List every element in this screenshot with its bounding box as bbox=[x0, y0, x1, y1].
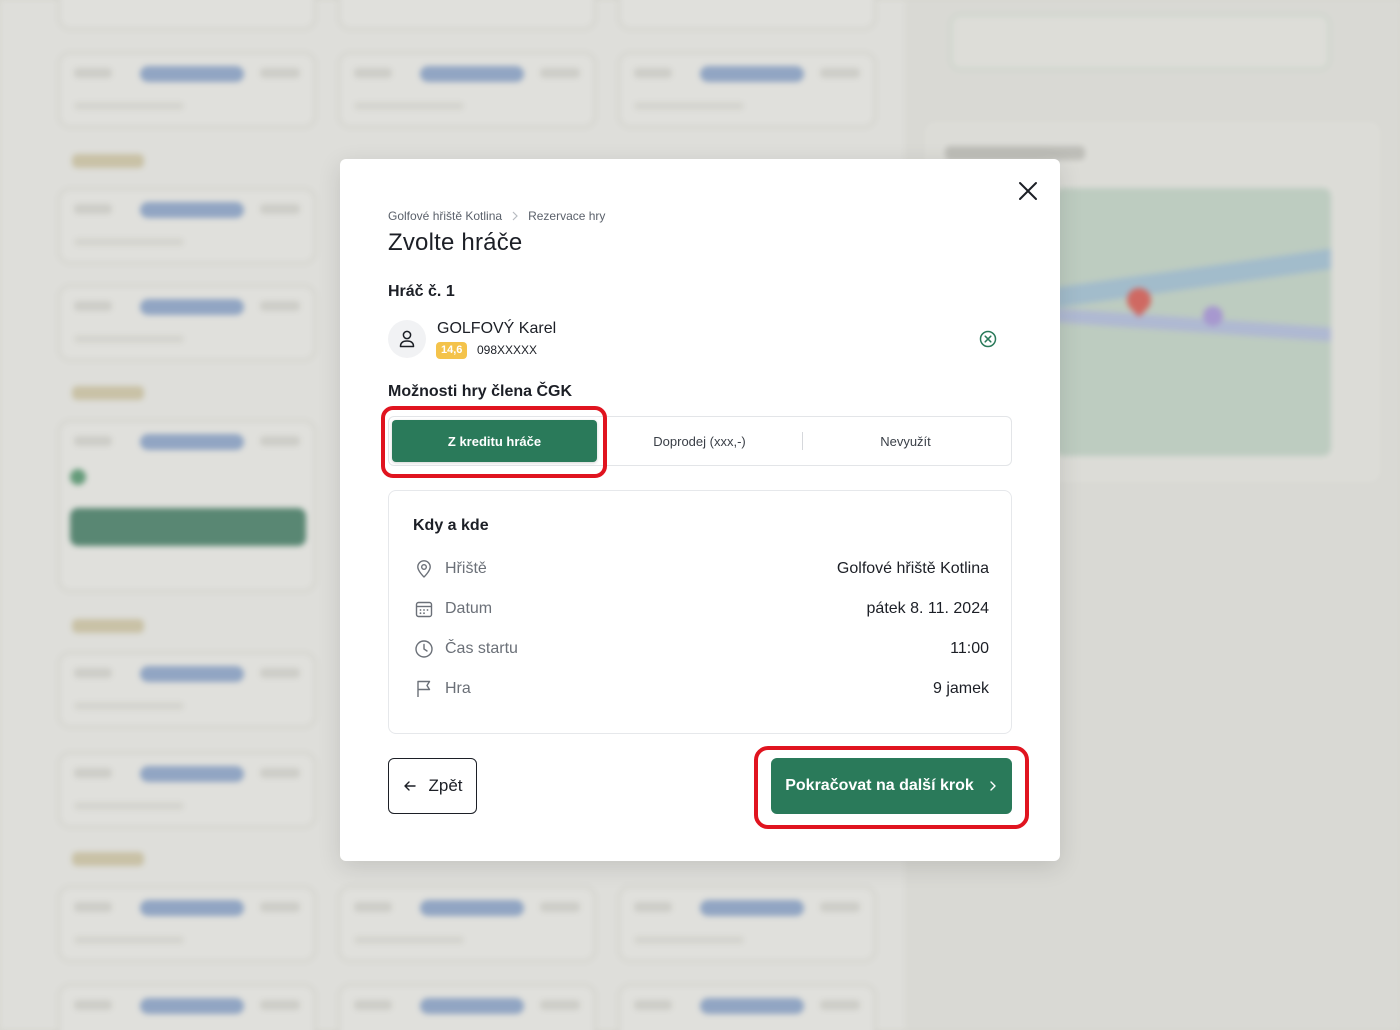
option-do-not-use[interactable]: Nevyužít bbox=[803, 420, 1008, 462]
breadcrumb: Golfové hřiště Kotlina Rezervace hry bbox=[388, 209, 605, 223]
info-label: Hra bbox=[445, 680, 471, 697]
calendar-icon bbox=[413, 598, 435, 620]
back-button-label: Zpět bbox=[428, 776, 463, 795]
options-heading: Možnosti hry člena ČGK bbox=[388, 383, 573, 400]
option-credit[interactable]: Z kreditu hráče bbox=[392, 420, 597, 462]
info-label: Hřiště bbox=[445, 560, 487, 577]
breadcrumb-item-reservation[interactable]: Rezervace hry bbox=[528, 209, 605, 223]
option-buy-extra[interactable]: Doprodej (xxx,-) bbox=[597, 420, 802, 462]
avatar bbox=[388, 320, 426, 358]
close-button[interactable] bbox=[1016, 179, 1040, 203]
choose-players-modal: Golfové hřiště Kotlina Rezervace hry Zvo… bbox=[340, 159, 1060, 861]
card-title: Kdy a kde bbox=[413, 517, 489, 534]
when-where-card: Kdy a kde Hřiště Golfové hřiště Kotlina bbox=[388, 490, 1012, 734]
continue-button-label: Pokračovat na další krok bbox=[785, 777, 974, 794]
info-value: 11:00 bbox=[950, 640, 989, 657]
info-row-date: Datum pátek 8. 11. 2024 bbox=[413, 597, 989, 621]
info-label: Čas startu bbox=[445, 640, 518, 657]
player-member-id: 098XXXXX bbox=[477, 343, 538, 357]
flag-icon bbox=[413, 678, 435, 700]
handicap-badge: 14,6 bbox=[436, 342, 468, 359]
info-row-start-time: Čas startu 11:00 bbox=[413, 637, 989, 661]
player-row: GOLFOVÝ Karel 14,6 098XXXXX bbox=[388, 317, 1004, 361]
user-icon bbox=[399, 330, 415, 348]
breadcrumb-item-course[interactable]: Golfové hřiště Kotlina bbox=[388, 209, 502, 223]
map-pin-icon bbox=[413, 558, 435, 580]
arrow-left-icon bbox=[404, 781, 417, 791]
close-circle-icon bbox=[979, 330, 997, 348]
play-options-segmented-control: Z kreditu hráče Doprodej (xxx,-) Nevyuží… bbox=[388, 416, 1012, 466]
info-value: 9 jamek bbox=[932, 680, 989, 697]
player-heading: Hráč č. 1 bbox=[388, 283, 455, 300]
player-name: GOLFOVÝ Karel bbox=[437, 320, 557, 337]
back-button[interactable]: Zpět bbox=[388, 758, 477, 814]
info-row-course: Hřiště Golfové hřiště Kotlina bbox=[413, 557, 989, 581]
chevron-right-icon bbox=[990, 781, 996, 791]
modal-title: Zvolte hráče bbox=[388, 229, 523, 256]
chevron-right-icon bbox=[512, 211, 518, 221]
clock-icon bbox=[413, 638, 435, 660]
info-value: pátek 8. 11. 2024 bbox=[866, 600, 989, 617]
info-row-game: Hra 9 jamek bbox=[413, 677, 989, 701]
info-label: Datum bbox=[445, 600, 493, 617]
continue-button[interactable]: Pokračovat na další krok bbox=[771, 758, 1012, 814]
close-icon bbox=[1019, 182, 1037, 200]
info-value: Golfové hřiště Kotlina bbox=[836, 560, 989, 577]
remove-player-button[interactable] bbox=[978, 329, 998, 349]
